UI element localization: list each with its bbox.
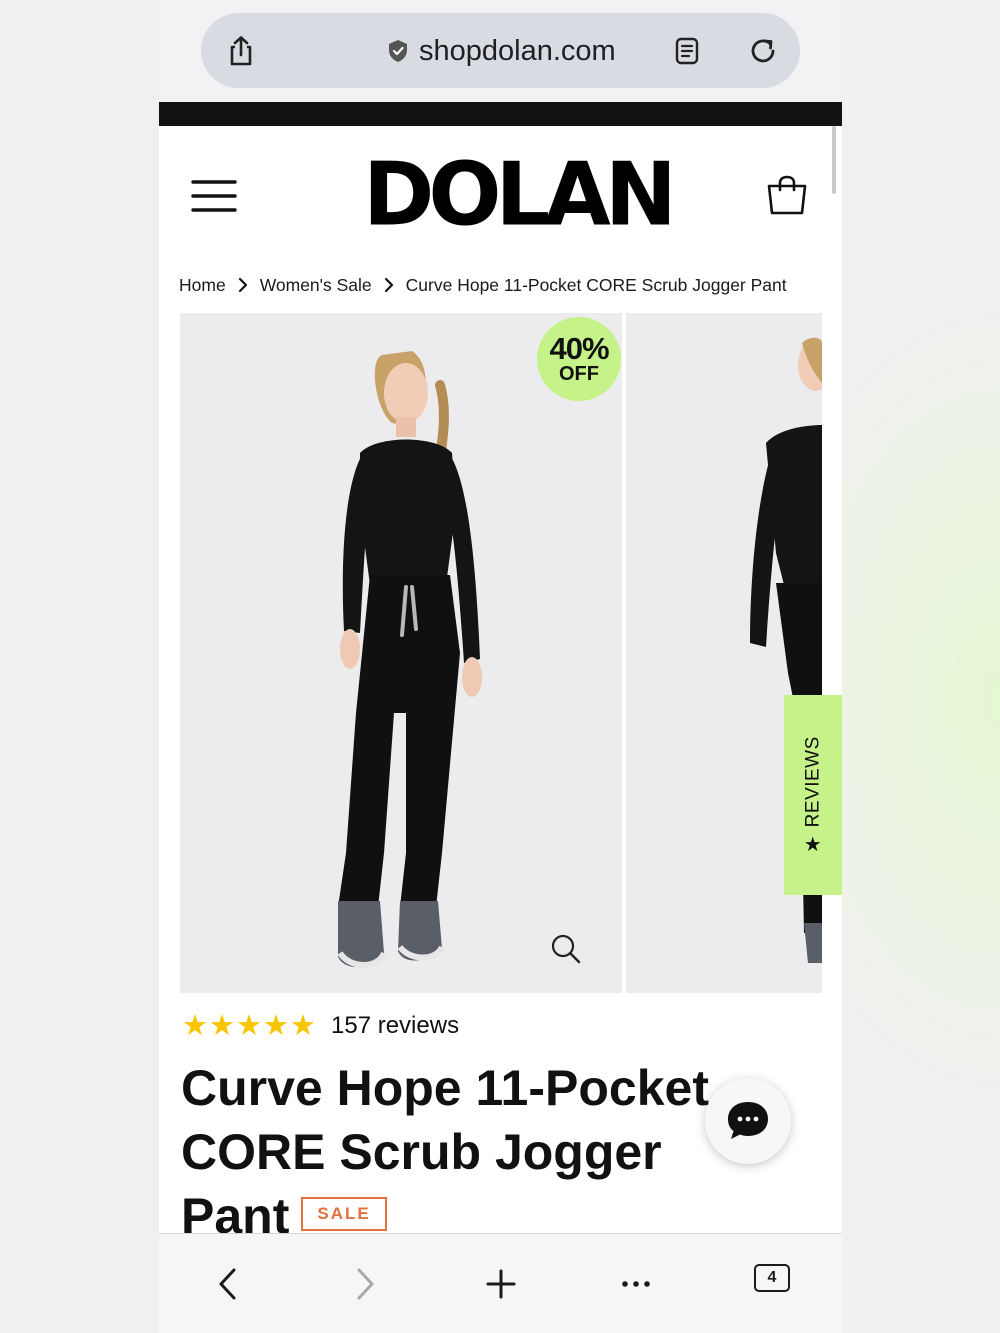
model-front-illustration [180,313,622,993]
forward-icon[interactable] [343,1262,387,1306]
breadcrumb-womens-sale[interactable]: Women's Sale [260,275,372,296]
url-text[interactable]: shopdolan.com [419,35,616,68]
chevron-right-icon [384,277,393,293]
share-icon[interactable] [223,33,259,69]
sale-badge: SALE [301,1196,387,1231]
reviews-tab-label: REVIEWS [802,736,823,828]
discount-percent: 40% [549,331,609,366]
star-icon: ★ [209,1010,235,1042]
product-gallery[interactable]: 40% OFF [180,313,822,993]
product-image-front[interactable]: 40% OFF [180,313,622,993]
address-bar[interactable]: shopdolan.com [201,13,800,88]
star-icon: ★ [236,1010,262,1042]
product-title-text: Curve Hope 11-Pocket CORE Scrub Jogger P… [181,1060,709,1244]
shield-check-icon [389,40,407,62]
browser-window: shopdolan.com DOLAN Home Women's Sale Cu… [159,0,842,1333]
breadcrumb: Home Women's Sale Curve Hope 11-Pocket C… [179,272,787,298]
breadcrumb-current: Curve Hope 11-Pocket CORE Scrub Jogger P… [405,274,787,295]
product-title: Curve Hope 11-Pocket CORE Scrub Jogger P… [181,1056,781,1248]
product-rating[interactable]: ★ ★ ★ ★ ★ 157 reviews [182,1010,459,1042]
site-header: DOLAN [159,126,842,261]
reader-mode-icon[interactable] [673,37,701,65]
reload-icon[interactable] [747,35,779,67]
star-icon: ★ [182,1010,208,1042]
star-icon: ★ [803,834,823,857]
browser-toolbar: shopdolan.com [159,0,842,102]
discount-badge: 40% OFF [537,317,621,401]
review-count[interactable]: 157 reviews [331,1012,459,1040]
announcement-bar [159,102,842,126]
breadcrumb-home[interactable]: Home [179,275,226,296]
shopping-bag-icon[interactable] [765,174,809,218]
back-icon[interactable] [206,1262,250,1306]
reviews-side-tab[interactable]: ★ REVIEWS [784,695,842,895]
tabs-icon[interactable]: 4 [754,1264,790,1292]
new-tab-icon[interactable] [479,1262,523,1306]
hamburger-menu-icon[interactable] [191,178,237,214]
scrollbar[interactable] [832,126,836,194]
site-logo[interactable]: DOLAN [363,150,677,240]
discount-off-label: OFF [559,363,599,385]
more-icon[interactable] [614,1262,658,1306]
zoom-icon[interactable] [550,933,582,965]
chevron-right-icon [238,277,247,293]
star-icon: ★ [263,1010,289,1042]
chat-button[interactable] [705,1078,791,1164]
chat-bubble-icon [728,1102,768,1139]
browser-bottom-bar: 4 [159,1233,842,1333]
star-icon: ★ [290,1010,316,1042]
